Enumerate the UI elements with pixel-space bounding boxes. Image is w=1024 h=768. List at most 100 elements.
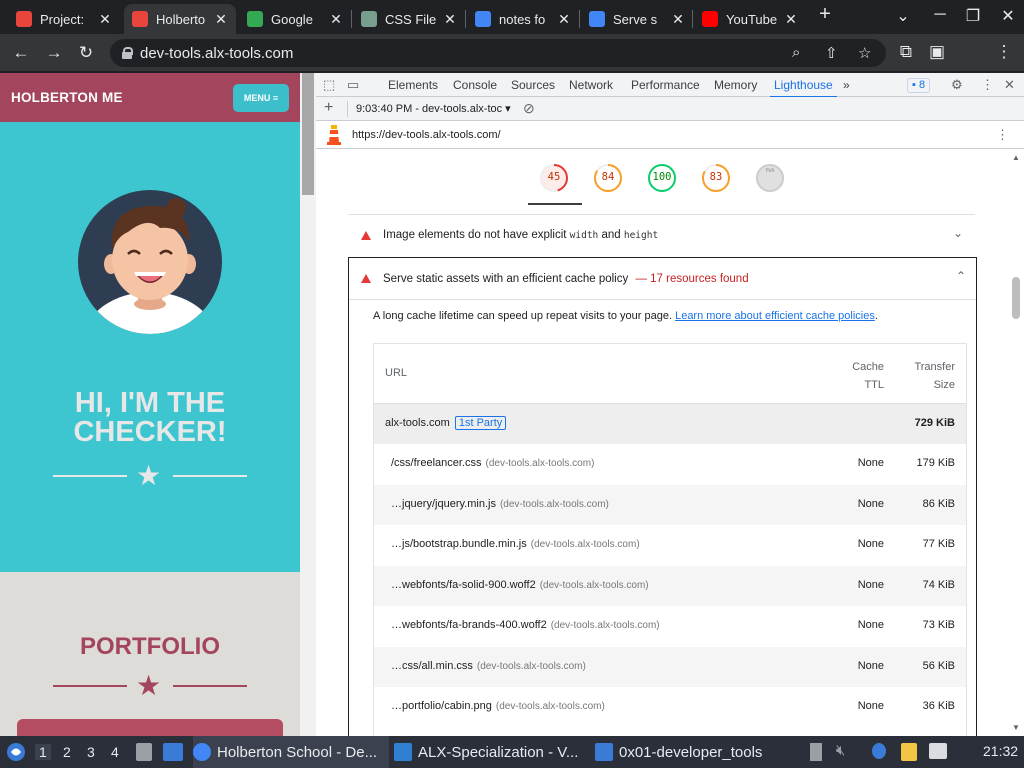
row-url[interactable]: …jquery/jquery.min.js (dev-tools.alx-tool…: [391, 498, 609, 510]
tab-close-icon[interactable]: ✕: [671, 11, 685, 28]
new-report-icon[interactable]: +: [324, 99, 333, 117]
keyboard-icon[interactable]: [929, 743, 947, 759]
tab-close-icon[interactable]: ✕: [557, 11, 571, 28]
bookmark-star-icon[interactable]: ☆: [858, 44, 871, 62]
devtools-tab[interactable]: Memory: [714, 78, 757, 92]
menu-button[interactable]: MENU ≡: [233, 84, 289, 112]
tab-close-icon[interactable]: ✕: [214, 11, 228, 28]
score-value: 45: [547, 171, 561, 183]
back-icon[interactable]: ←: [10, 43, 32, 63]
workspace-button[interactable]: 4: [111, 744, 119, 760]
chevron-up-icon[interactable]: ⌃: [956, 269, 966, 283]
desktop-icon[interactable]: [163, 743, 183, 761]
settings-gear-icon[interactable]: ⚙: [951, 77, 963, 93]
scroll-up-icon[interactable]: ▲: [1012, 153, 1020, 162]
row-url[interactable]: …webfonts/fa-solid-900.woff2 (dev-tools.a…: [391, 579, 649, 591]
devtools-tab[interactable]: Performance: [631, 78, 700, 92]
tab-favicon-icon: [702, 11, 718, 27]
distro-logo-icon[interactable]: [6, 742, 26, 762]
devtools-tab[interactable]: Sources: [511, 78, 555, 92]
zoom-icon[interactable]: ⌕: [792, 44, 800, 61]
devtools-scrollbar[interactable]: ▲ ▼: [1008, 149, 1024, 736]
extensions-icon[interactable]: ⧉: [895, 42, 917, 62]
minimize-icon[interactable]: ─: [925, 6, 955, 24]
row-url[interactable]: …css/all.min.css (dev-tools.alx-tools.com…: [391, 660, 586, 672]
browser-tab[interactable]: notes fo ✕: [467, 4, 579, 34]
workspace-button[interactable]: 2: [63, 744, 71, 760]
score-gauge[interactable]: 45: [539, 163, 569, 193]
taskbar-window[interactable]: ALX-Specialization - V...: [394, 736, 590, 768]
row-url-path: …js/bootstrap.bundle.min.js: [391, 538, 527, 550]
page-scrollbar-thumb[interactable]: [302, 73, 314, 195]
file-manager-icon[interactable]: [136, 743, 152, 761]
inspect-element-icon[interactable]: ⬚: [323, 77, 335, 93]
tab-close-icon[interactable]: ✕: [784, 11, 798, 28]
forward-icon[interactable]: →: [43, 43, 65, 63]
taskbar-window[interactable]: 0x01-developer_tools: [595, 736, 775, 768]
browser-tab[interactable]: Google ✕: [239, 4, 351, 34]
device-toolbar-icon[interactable]: ▭: [347, 77, 359, 93]
audit-image-dimensions-title: Image elements do not have explicit widt…: [383, 229, 658, 241]
devtools-tab[interactable]: »: [843, 78, 850, 92]
row-url[interactable]: /css/freelancer.css (dev-tools.alx-tools.…: [391, 457, 594, 469]
workspace-button[interactable]: 3: [87, 744, 95, 760]
volume-muted-icon[interactable]: 🔇︎: [836, 742, 845, 759]
side-panel-icon[interactable]: ▣: [926, 42, 948, 62]
report-menu-icon[interactable]: ⋮: [996, 127, 1009, 143]
restore-icon[interactable]: ❐: [958, 6, 988, 26]
taskbar-window[interactable]: Holberton School - De...: [193, 736, 389, 768]
close-window-icon[interactable]: ✕: [993, 6, 1023, 26]
row-url[interactable]: …portfolio/cabin.png (dev-tools.alx-tools…: [391, 700, 605, 712]
devtools-tab[interactable]: Lighthouse: [770, 78, 837, 98]
workspace-button[interactable]: 1: [35, 744, 51, 760]
reload-icon[interactable]: ↻: [75, 43, 97, 63]
chrome-menu-icon[interactable]: ⋮: [993, 42, 1015, 62]
browser-tab[interactable]: CSS File ✕: [353, 4, 465, 34]
browser-tab[interactable]: Holberto ✕: [124, 4, 236, 34]
tab-close-icon[interactable]: ✕: [98, 11, 112, 28]
scroll-down-icon[interactable]: ▼: [1012, 723, 1020, 732]
devtools-tab[interactable]: Elements: [388, 78, 438, 92]
audit-image-dimensions[interactable]: Image elements do not have explicit widt…: [348, 215, 975, 257]
score-gauge[interactable]: 83: [701, 163, 731, 193]
row-url[interactable]: …webfonts/fa-brands-400.woff2 (dev-tools.…: [391, 619, 660, 631]
tab-close-icon[interactable]: ✕: [443, 11, 457, 28]
browser-tab[interactable]: Project: ✕: [8, 4, 120, 34]
report-select[interactable]: 9:03:40 PM - dev-tools.alx-toc ▾: [356, 102, 511, 115]
gauge-selection-underline: [528, 203, 582, 205]
site-brand[interactable]: HOLBERTON ME: [11, 90, 123, 105]
close-devtools-icon[interactable]: ✕: [1004, 77, 1015, 93]
devtools-tab[interactable]: Console: [453, 78, 497, 92]
row-url[interactable]: …js/bootstrap.bundle.min.js (dev-tools.al…: [391, 538, 640, 550]
table-row: …portfolio/cabin.png (dev-tools.alx-tools…: [374, 687, 966, 727]
learn-more-link[interactable]: Learn more about efficient cache policie…: [675, 310, 875, 322]
tab-favicon-icon: [247, 11, 263, 27]
clipboard-icon[interactable]: [901, 743, 917, 761]
row-cache-ttl: None: [857, 700, 884, 712]
tab-search-icon[interactable]: ⌄: [888, 6, 918, 26]
lock-icon: [122, 47, 133, 59]
address-bar[interactable]: dev-tools.alx-tools.com ⌕ ⇧ ☆: [110, 39, 886, 67]
score-value: 100: [652, 171, 672, 183]
browser-tab[interactable]: Serve s ✕: [581, 4, 693, 34]
clear-reports-icon[interactable]: ⊘: [523, 100, 535, 117]
portfolio-item[interactable]: [17, 719, 283, 736]
audit-cache-header[interactable]: Serve static assets with an efficient ca…: [349, 258, 976, 300]
notification-icon[interactable]: [872, 743, 886, 759]
devtools-menu-icon[interactable]: ⋮: [981, 77, 994, 93]
browser-tab[interactable]: YouTube ✕: [694, 4, 806, 34]
score-gauge[interactable]: PWA: [755, 163, 785, 193]
taskbar-window-title: 0x01-developer_tools: [619, 743, 763, 761]
share-icon[interactable]: ⇧: [825, 44, 838, 62]
devtools-tab[interactable]: Network: [569, 78, 613, 92]
chevron-down-icon[interactable]: ⌄: [953, 226, 963, 240]
table-row: …jquery/jquery.min.js (dev-tools.alx-tool…: [374, 484, 966, 525]
devtools-scrollbar-thumb[interactable]: [1012, 277, 1020, 319]
battery-icon[interactable]: [810, 743, 822, 761]
tab-close-icon[interactable]: ✕: [329, 11, 343, 28]
score-gauge[interactable]: 100: [647, 163, 677, 193]
page-scrollbar[interactable]: [300, 73, 316, 736]
new-tab-button[interactable]: +: [810, 3, 840, 26]
score-gauge[interactable]: 84: [593, 163, 623, 193]
issues-badge[interactable]: ▪ 8: [907, 78, 931, 93]
